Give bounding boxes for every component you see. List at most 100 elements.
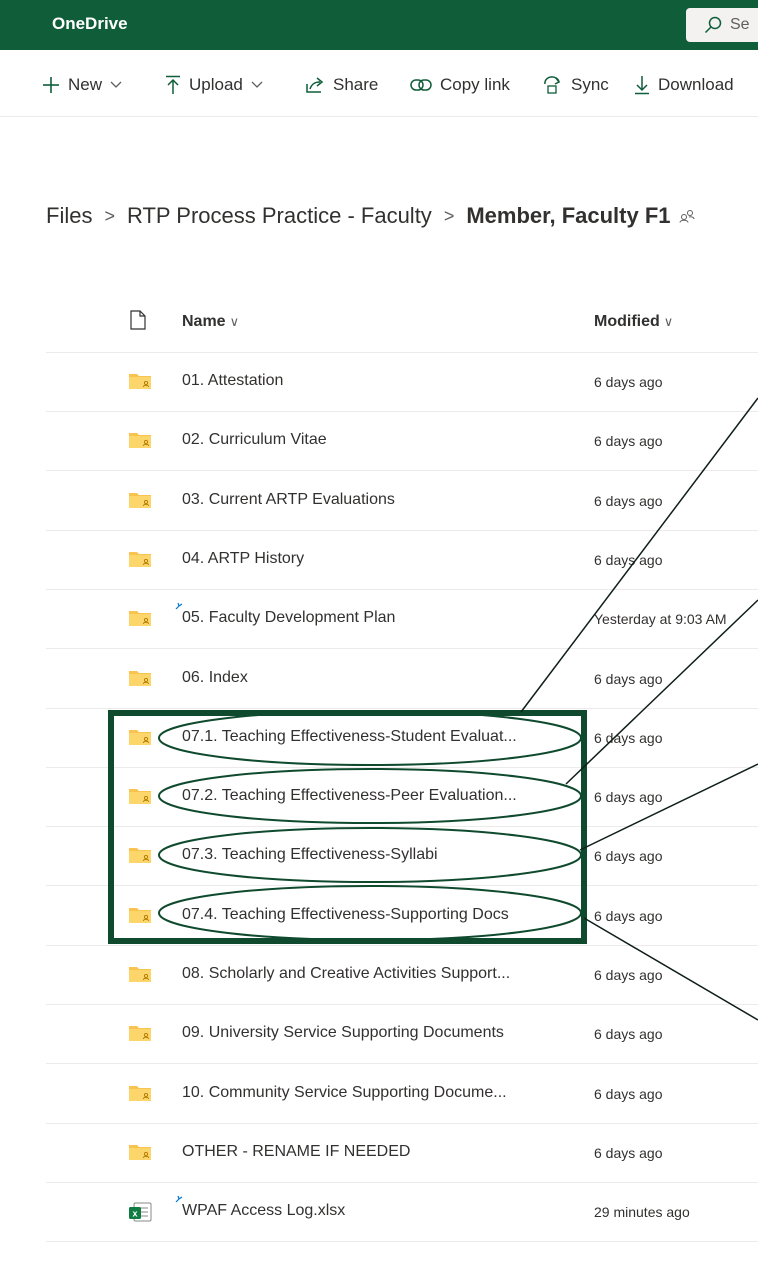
shared-folder-icon (129, 1026, 151, 1042)
copy-link-button[interactable]: Copy link (410, 74, 510, 96)
file-modified: 6 days ago (594, 492, 663, 509)
file-row[interactable]: 05. Faculty Development Plan Yesterday at… (46, 589, 758, 650)
plus-icon (43, 77, 59, 93)
file-name[interactable]: 02. Curriculum Vitae (182, 431, 327, 449)
breadcrumb: Files > RTP Process Practice - Faculty >… (46, 200, 695, 232)
shared-folder-icon (129, 907, 151, 923)
file-modified: 6 days ago (594, 789, 663, 806)
file-modified: 6 days ago (594, 729, 663, 746)
shared-folder-icon (129, 729, 151, 745)
file-row[interactable]: 01. Attestation 6 days ago (46, 352, 758, 412)
breadcrumb-rtp-process[interactable]: RTP Process Practice - Faculty (127, 203, 432, 229)
file-modified: 6 days ago (594, 374, 663, 390)
onedrive-brand[interactable]: OneDrive (52, 14, 128, 34)
shared-folder-icon (129, 848, 151, 864)
app-header: OneDrive Se (0, 0, 758, 50)
shared-folder-icon (129, 1144, 151, 1160)
file-row[interactable]: 09. University Service Supporting Docume… (46, 1004, 758, 1065)
file-row[interactable]: 07.1. Teaching Effectiveness-Student Eva… (46, 708, 758, 768)
file-modified: 6 days ago (594, 848, 663, 865)
breadcrumb-files[interactable]: Files (46, 203, 92, 229)
file-type-icon[interactable] (130, 310, 146, 330)
file-name[interactable]: 08. Scholarly and Creative Activities Su… (182, 965, 510, 983)
file-name[interactable]: 04. ARTP History (182, 550, 304, 568)
chevron-right-icon: > (104, 205, 115, 226)
file-modified: 29 minutes ago (594, 1204, 690, 1221)
new-button[interactable]: New (42, 74, 122, 96)
file-modified: 6 days ago (594, 1085, 663, 1102)
search-box[interactable]: Se (686, 8, 758, 42)
column-header-modified[interactable]: Modified ∨ (594, 313, 673, 331)
shared-folder-icon (129, 670, 151, 686)
chevron-down-icon: ∨ (663, 314, 674, 329)
chevron-down-icon (110, 81, 122, 88)
file-name[interactable]: 09. University Service Supporting Docume… (182, 1024, 504, 1042)
shared-folder-icon (129, 433, 151, 449)
file-row[interactable]: x WPAF Access Log.xlsx 29 minutes ago (46, 1182, 758, 1243)
chevron-right-icon: > (443, 205, 455, 226)
file-name[interactable]: OTHER - RENAME IF NEEDED (182, 1143, 410, 1161)
file-modified: 6 days ago (594, 1026, 663, 1043)
column-header-name[interactable]: Name ∨ (182, 313, 239, 331)
file-name[interactable]: 05. Faculty Development Plan (182, 609, 395, 627)
download-label: Download (658, 75, 734, 94)
shared-folder-icon (129, 551, 151, 567)
file-modified: 6 days ago (594, 967, 663, 983)
excel-file-icon: x (129, 1202, 152, 1222)
file-row[interactable]: 06. Index 6 days ago (46, 649, 758, 709)
shared-folder-icon (129, 492, 151, 508)
search-placeholder: Se (730, 16, 750, 33)
sync-label: Sync (571, 75, 609, 94)
file-modified: 6 days ago (594, 1144, 663, 1161)
file-name[interactable]: 10. Community Service Supporting Docume.… (182, 1084, 507, 1102)
new-label: New (68, 75, 103, 94)
file-modified: 6 days ago (594, 551, 663, 568)
upload-button[interactable]: Upload (165, 74, 263, 96)
shared-folder-icon (129, 1085, 151, 1101)
svg-text:x: x (132, 1209, 137, 1219)
file-name[interactable]: 01. Attestation (182, 372, 283, 390)
file-modified: 6 days ago (594, 670, 663, 687)
chevron-down-icon (251, 81, 263, 88)
sync-button[interactable]: Sync (541, 74, 609, 96)
file-row[interactable]: 07.4. Teaching Effectiveness-Supporting … (46, 886, 758, 946)
file-name[interactable]: 07.1. Teaching Effectiveness-Student Eva… (182, 728, 517, 746)
file-modified: Yesterday at 9:03 AM (594, 611, 727, 628)
share-icon (306, 77, 324, 93)
command-bar: New Upload Share Copy link Sync Download (0, 50, 758, 117)
download-button[interactable]: Download (634, 74, 734, 96)
breadcrumb-current: Member, Faculty F1 (466, 203, 671, 228)
file-name[interactable]: 07.4. Teaching Effectiveness-Supporting … (182, 906, 509, 924)
chevron-down-icon: ∨ (229, 314, 240, 329)
shared-people-icon (679, 210, 695, 223)
file-row[interactable]: 10. Community Service Supporting Docume.… (46, 1064, 758, 1124)
file-name[interactable]: WPAF Access Log.xlsx (182, 1202, 345, 1220)
share-label: Share (333, 75, 379, 94)
file-name[interactable]: 03. Current ARTP Evaluations (182, 491, 395, 509)
file-row[interactable]: 07.3. Teaching Effectiveness-Syllabi 6 da… (46, 826, 758, 887)
shared-folder-icon (129, 611, 151, 627)
file-name[interactable]: 06. Index (182, 669, 248, 687)
search-icon (704, 16, 722, 34)
file-name[interactable]: 07.2. Teaching Effectiveness-Peer Evalua… (182, 787, 517, 805)
file-row[interactable]: 02. Curriculum Vitae 6 days ago (46, 411, 758, 472)
file-row[interactable]: 08. Scholarly and Creative Activities Su… (46, 945, 758, 1005)
shared-folder-icon (129, 374, 151, 389)
upload-label: Upload (189, 75, 243, 94)
link-icon (410, 79, 432, 91)
file-modified: 6 days ago (594, 433, 663, 450)
file-row[interactable]: OTHER - RENAME IF NEEDED 6 days ago (46, 1123, 758, 1183)
file-row[interactable]: 07.2. Teaching Effectiveness-Peer Evalua… (46, 767, 758, 828)
column-name-label: Name (182, 313, 226, 330)
column-modified-label: Modified (594, 313, 660, 330)
file-name[interactable]: 07.3. Teaching Effectiveness-Syllabi (182, 846, 438, 864)
file-row[interactable]: 03. Current ARTP Evaluations 6 days ago (46, 471, 758, 531)
shared-folder-icon (129, 967, 151, 982)
shared-folder-icon (129, 789, 151, 805)
file-modified: 6 days ago (594, 907, 663, 924)
copy-link-label: Copy link (440, 75, 510, 94)
sync-icon (544, 76, 561, 94)
file-row[interactable]: 04. ARTP History 6 days ago (46, 530, 758, 590)
share-button[interactable]: Share (305, 74, 378, 96)
download-icon (635, 76, 649, 95)
